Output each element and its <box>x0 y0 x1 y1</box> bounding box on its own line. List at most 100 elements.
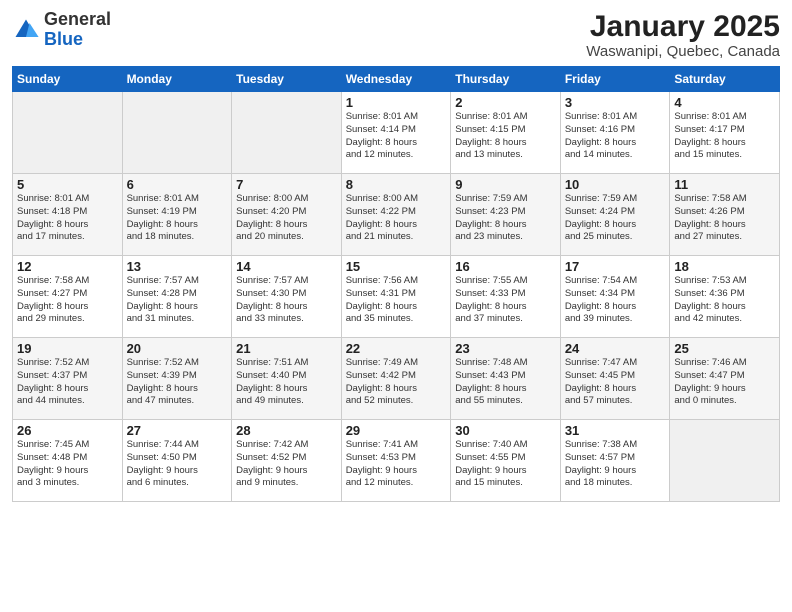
table-row: 26Sunrise: 7:45 AMSunset: 4:48 PMDayligh… <box>13 420 123 502</box>
day-number: 22 <box>346 341 447 356</box>
table-row: 2Sunrise: 8:01 AMSunset: 4:15 PMDaylight… <box>451 92 561 174</box>
calendar-row: 26Sunrise: 7:45 AMSunset: 4:48 PMDayligh… <box>13 420 780 502</box>
day-number: 27 <box>127 423 228 438</box>
day-number: 24 <box>565 341 666 356</box>
day-info: Sunrise: 8:01 AMSunset: 4:16 PMDaylight:… <box>565 111 666 162</box>
day-info: Sunrise: 7:59 AMSunset: 4:24 PMDaylight:… <box>565 193 666 244</box>
page-container: General Blue January 2025 Waswanipi, Que… <box>0 0 792 612</box>
title-block: January 2025 Waswanipi, Quebec, Canada <box>586 10 780 60</box>
table-row: 19Sunrise: 7:52 AMSunset: 4:37 PMDayligh… <box>13 338 123 420</box>
day-number: 4 <box>674 95 775 110</box>
table-row: 25Sunrise: 7:46 AMSunset: 4:47 PMDayligh… <box>670 338 780 420</box>
day-number: 12 <box>17 259 118 274</box>
day-info: Sunrise: 8:00 AMSunset: 4:20 PMDaylight:… <box>236 193 337 244</box>
table-row: 20Sunrise: 7:52 AMSunset: 4:39 PMDayligh… <box>122 338 232 420</box>
day-number: 17 <box>565 259 666 274</box>
day-number: 13 <box>127 259 228 274</box>
day-info: Sunrise: 8:01 AMSunset: 4:17 PMDaylight:… <box>674 111 775 162</box>
table-row: 3Sunrise: 8:01 AMSunset: 4:16 PMDaylight… <box>560 92 670 174</box>
day-info: Sunrise: 7:47 AMSunset: 4:45 PMDaylight:… <box>565 357 666 408</box>
day-info: Sunrise: 7:52 AMSunset: 4:39 PMDaylight:… <box>127 357 228 408</box>
day-info: Sunrise: 8:01 AMSunset: 4:18 PMDaylight:… <box>17 193 118 244</box>
calendar-table: Sunday Monday Tuesday Wednesday Thursday… <box>12 66 780 502</box>
day-number: 30 <box>455 423 556 438</box>
day-info: Sunrise: 7:55 AMSunset: 4:33 PMDaylight:… <box>455 275 556 326</box>
calendar-subtitle: Waswanipi, Quebec, Canada <box>586 43 780 60</box>
th-wednesday: Wednesday <box>341 67 451 92</box>
day-info: Sunrise: 7:53 AMSunset: 4:36 PMDaylight:… <box>674 275 775 326</box>
table-row: 8Sunrise: 8:00 AMSunset: 4:22 PMDaylight… <box>341 174 451 256</box>
day-number: 26 <box>17 423 118 438</box>
day-info: Sunrise: 7:52 AMSunset: 4:37 PMDaylight:… <box>17 357 118 408</box>
table-row: 11Sunrise: 7:58 AMSunset: 4:26 PMDayligh… <box>670 174 780 256</box>
day-info: Sunrise: 7:54 AMSunset: 4:34 PMDaylight:… <box>565 275 666 326</box>
table-row: 6Sunrise: 8:01 AMSunset: 4:19 PMDaylight… <box>122 174 232 256</box>
table-row <box>232 92 342 174</box>
th-saturday: Saturday <box>670 67 780 92</box>
day-number: 28 <box>236 423 337 438</box>
table-row: 18Sunrise: 7:53 AMSunset: 4:36 PMDayligh… <box>670 256 780 338</box>
table-row: 1Sunrise: 8:01 AMSunset: 4:14 PMDaylight… <box>341 92 451 174</box>
day-info: Sunrise: 7:40 AMSunset: 4:55 PMDaylight:… <box>455 439 556 490</box>
table-row <box>122 92 232 174</box>
day-info: Sunrise: 7:46 AMSunset: 4:47 PMDaylight:… <box>674 357 775 408</box>
table-row: 10Sunrise: 7:59 AMSunset: 4:24 PMDayligh… <box>560 174 670 256</box>
table-row: 17Sunrise: 7:54 AMSunset: 4:34 PMDayligh… <box>560 256 670 338</box>
logo-general: General <box>44 9 111 29</box>
day-number: 3 <box>565 95 666 110</box>
day-info: Sunrise: 7:44 AMSunset: 4:50 PMDaylight:… <box>127 439 228 490</box>
table-row <box>13 92 123 174</box>
day-number: 23 <box>455 341 556 356</box>
day-number: 18 <box>674 259 775 274</box>
day-info: Sunrise: 7:56 AMSunset: 4:31 PMDaylight:… <box>346 275 447 326</box>
th-thursday: Thursday <box>451 67 561 92</box>
day-info: Sunrise: 8:01 AMSunset: 4:15 PMDaylight:… <box>455 111 556 162</box>
day-info: Sunrise: 7:57 AMSunset: 4:30 PMDaylight:… <box>236 275 337 326</box>
day-number: 10 <box>565 177 666 192</box>
table-row: 16Sunrise: 7:55 AMSunset: 4:33 PMDayligh… <box>451 256 561 338</box>
day-info: Sunrise: 7:42 AMSunset: 4:52 PMDaylight:… <box>236 439 337 490</box>
logo: General Blue <box>12 10 111 50</box>
table-row: 31Sunrise: 7:38 AMSunset: 4:57 PMDayligh… <box>560 420 670 502</box>
day-info: Sunrise: 7:49 AMSunset: 4:42 PMDaylight:… <box>346 357 447 408</box>
day-info: Sunrise: 7:58 AMSunset: 4:26 PMDaylight:… <box>674 193 775 244</box>
table-row: 12Sunrise: 7:58 AMSunset: 4:27 PMDayligh… <box>13 256 123 338</box>
table-row: 28Sunrise: 7:42 AMSunset: 4:52 PMDayligh… <box>232 420 342 502</box>
day-number: 5 <box>17 177 118 192</box>
calendar-title: January 2025 <box>586 10 780 43</box>
th-monday: Monday <box>122 67 232 92</box>
table-row: 22Sunrise: 7:49 AMSunset: 4:42 PMDayligh… <box>341 338 451 420</box>
day-info: Sunrise: 7:57 AMSunset: 4:28 PMDaylight:… <box>127 275 228 326</box>
day-number: 6 <box>127 177 228 192</box>
table-row: 14Sunrise: 7:57 AMSunset: 4:30 PMDayligh… <box>232 256 342 338</box>
day-info: Sunrise: 8:01 AMSunset: 4:14 PMDaylight:… <box>346 111 447 162</box>
table-row: 24Sunrise: 7:47 AMSunset: 4:45 PMDayligh… <box>560 338 670 420</box>
logo-text: General Blue <box>44 10 111 50</box>
calendar-row: 12Sunrise: 7:58 AMSunset: 4:27 PMDayligh… <box>13 256 780 338</box>
logo-icon <box>12 16 40 44</box>
table-row: 29Sunrise: 7:41 AMSunset: 4:53 PMDayligh… <box>341 420 451 502</box>
table-row: 21Sunrise: 7:51 AMSunset: 4:40 PMDayligh… <box>232 338 342 420</box>
th-friday: Friday <box>560 67 670 92</box>
day-number: 7 <box>236 177 337 192</box>
table-row: 9Sunrise: 7:59 AMSunset: 4:23 PMDaylight… <box>451 174 561 256</box>
day-number: 21 <box>236 341 337 356</box>
header-row: Sunday Monday Tuesday Wednesday Thursday… <box>13 67 780 92</box>
table-row <box>670 420 780 502</box>
table-row: 5Sunrise: 8:01 AMSunset: 4:18 PMDaylight… <box>13 174 123 256</box>
day-number: 11 <box>674 177 775 192</box>
calendar-row: 5Sunrise: 8:01 AMSunset: 4:18 PMDaylight… <box>13 174 780 256</box>
day-number: 19 <box>17 341 118 356</box>
header: General Blue January 2025 Waswanipi, Que… <box>12 10 780 60</box>
day-info: Sunrise: 7:45 AMSunset: 4:48 PMDaylight:… <box>17 439 118 490</box>
day-number: 31 <box>565 423 666 438</box>
table-row: 30Sunrise: 7:40 AMSunset: 4:55 PMDayligh… <box>451 420 561 502</box>
day-info: Sunrise: 7:59 AMSunset: 4:23 PMDaylight:… <box>455 193 556 244</box>
day-number: 29 <box>346 423 447 438</box>
day-number: 8 <box>346 177 447 192</box>
day-number: 25 <box>674 341 775 356</box>
table-row: 27Sunrise: 7:44 AMSunset: 4:50 PMDayligh… <box>122 420 232 502</box>
table-row: 13Sunrise: 7:57 AMSunset: 4:28 PMDayligh… <box>122 256 232 338</box>
day-info: Sunrise: 7:51 AMSunset: 4:40 PMDaylight:… <box>236 357 337 408</box>
table-row: 7Sunrise: 8:00 AMSunset: 4:20 PMDaylight… <box>232 174 342 256</box>
